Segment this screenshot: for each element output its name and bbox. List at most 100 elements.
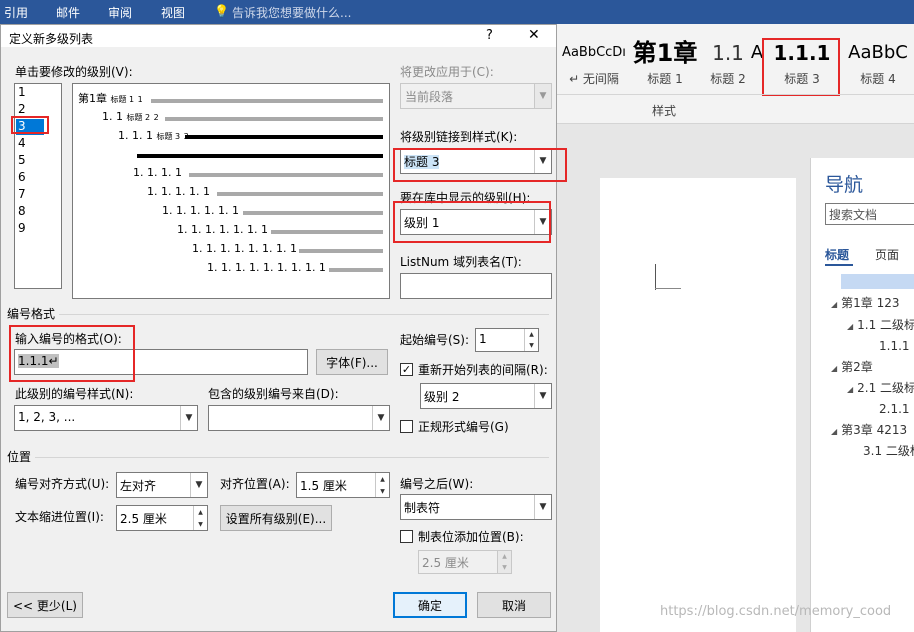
level-item[interactable]: 8 bbox=[18, 204, 26, 218]
listnum-label: ListNum 域列表名(T): bbox=[400, 255, 522, 269]
follow-number-select[interactable]: 制表符 ▼ bbox=[400, 494, 552, 520]
listnum-input[interactable] bbox=[400, 273, 552, 299]
preview-number: 1. 1. 1. 1. 1. 1 bbox=[162, 204, 239, 217]
close-icon[interactable]: ✕ bbox=[528, 27, 540, 43]
start-at-value: 1 bbox=[479, 332, 487, 346]
level-item[interactable]: 9 bbox=[18, 221, 26, 235]
less-button[interactable]: << 更少(L) bbox=[7, 592, 83, 618]
level-list[interactable]: 1 2 3 4 5 6 7 8 9 bbox=[14, 83, 62, 289]
spinner-arrows[interactable]: ▲ ▼ bbox=[375, 473, 389, 497]
level-item[interactable]: 6 bbox=[18, 170, 26, 184]
tab-stop-checkbox[interactable] bbox=[400, 530, 413, 543]
tab-mailings[interactable]: 邮件 bbox=[56, 4, 80, 21]
apply-to-select[interactable]: 当前段落 ▼ bbox=[400, 83, 552, 109]
tab-references[interactable]: 引用 bbox=[4, 4, 28, 21]
nav-search-input[interactable]: 搜索文档 bbox=[825, 203, 914, 225]
arrow-up-icon[interactable]: ▲ bbox=[376, 473, 389, 485]
chevron-down-icon: ▼ bbox=[534, 84, 551, 108]
level-item[interactable]: 4 bbox=[18, 136, 26, 150]
tab-stop-value: 2.5 厘米 bbox=[422, 556, 469, 570]
text-indent-spinner[interactable]: 2.5 厘米 ▲ ▼ bbox=[116, 505, 208, 531]
aligned-at-label: 对齐位置(A): bbox=[220, 477, 290, 491]
preview-line bbox=[271, 230, 383, 234]
collapse-arrow-icon[interactable]: ◢ bbox=[831, 300, 837, 309]
collapse-arrow-icon[interactable]: ◢ bbox=[847, 385, 853, 394]
align-select[interactable]: 左对齐 ▼ bbox=[116, 472, 208, 498]
legal-style-checkbox[interactable] bbox=[400, 420, 413, 433]
level-item[interactable]: 5 bbox=[18, 153, 26, 167]
number-style-select[interactable]: 1, 2, 3, ... ▼ bbox=[14, 405, 198, 431]
arrow-up-icon[interactable]: ▲ bbox=[498, 551, 511, 562]
position-section-title: 位置 bbox=[7, 450, 32, 464]
style-no-spacing[interactable]: AaBbCcDı ↵ 无间隔 bbox=[560, 36, 628, 112]
font-button[interactable]: 字体(F)... bbox=[316, 349, 388, 375]
chevron-down-icon: ▼ bbox=[180, 406, 197, 430]
tab-review[interactable]: 审阅 bbox=[108, 4, 132, 21]
highlight-enter-format bbox=[9, 325, 135, 382]
level-item[interactable]: 7 bbox=[18, 187, 26, 201]
chevron-down-icon: ▼ bbox=[534, 384, 551, 408]
collapse-arrow-icon[interactable]: ◢ bbox=[831, 364, 837, 373]
restart-checkbox[interactable]: ✓ bbox=[400, 363, 413, 376]
highlight-gallery-level bbox=[393, 201, 551, 243]
nav-title: 导航 bbox=[825, 174, 864, 196]
style-heading-1[interactable]: 第1章 标题 1 bbox=[632, 36, 698, 112]
ok-button[interactable]: 确定 bbox=[393, 592, 467, 618]
preview-number: 1. 1. 1. 1 bbox=[133, 166, 182, 179]
level-item[interactable]: 1 bbox=[18, 85, 26, 99]
arrow-down-icon[interactable]: ▼ bbox=[498, 562, 511, 573]
preview-number: 1. 1. 1. 1. 1. 1. 1. 1. 1 bbox=[207, 261, 326, 274]
style-label: ↵ 无间隔 bbox=[569, 72, 619, 86]
cancel-button[interactable]: 取消 bbox=[477, 592, 551, 618]
include-level-select[interactable]: ▼ bbox=[208, 405, 390, 431]
start-at-spinner[interactable]: 1 ▲ ▼ bbox=[475, 328, 539, 352]
spinner-arrows[interactable]: ▲ ▼ bbox=[193, 506, 207, 530]
number-style-label: 此级别的编号样式(N): bbox=[15, 387, 134, 401]
nav-heading-item[interactable]: 2.1.1 三 bbox=[879, 400, 914, 417]
align-label: 编号对齐方式(U): bbox=[15, 477, 110, 491]
level-item[interactable]: 2 bbox=[18, 102, 26, 116]
restart-level-value: 级别 2 bbox=[424, 390, 460, 404]
arrow-up-icon[interactable]: ▲ bbox=[525, 329, 538, 340]
page-corner-mark bbox=[655, 288, 681, 289]
watermark: https://blog.csdn.net/memory_cood bbox=[660, 604, 892, 619]
nav-heading-item[interactable]: 3.1 二级标 bbox=[863, 442, 914, 459]
tab-view[interactable]: 视图 bbox=[161, 4, 185, 21]
tab-stop-label: 制表位添加位置(B): bbox=[418, 530, 524, 544]
nav-tab-headings[interactable]: 标题 bbox=[825, 246, 849, 263]
arrow-down-icon[interactable]: ▼ bbox=[525, 340, 538, 351]
nav-heading-item[interactable]: ◢ 第1章 123 bbox=[831, 294, 900, 311]
nav-heading-item[interactable]: 1.1.1 三 bbox=[879, 337, 914, 354]
arrow-down-icon[interactable]: ▼ bbox=[194, 518, 207, 530]
nav-heading-text: 第3章 4213 bbox=[841, 423, 908, 437]
tab-stop-spinner[interactable]: 2.5 厘米 ▲ ▼ bbox=[418, 550, 512, 574]
collapse-arrow-icon[interactable]: ◢ bbox=[847, 322, 853, 331]
chevron-down-icon: ▼ bbox=[372, 406, 389, 430]
nav-heading-item[interactable]: ◢ 2.1 二级标 bbox=[847, 379, 914, 396]
align-value: 左对齐 bbox=[120, 479, 157, 493]
follow-number-label: 编号之后(W): bbox=[400, 477, 474, 491]
word-ribbon-tabs: 引用 邮件 审阅 视图 💡 告诉我您想要做什么... bbox=[0, 0, 914, 24]
nav-heading-item[interactable]: ◢ 第3章 4213 bbox=[831, 421, 907, 438]
nav-heading-item[interactable]: ◢ 1.1 二级标 bbox=[847, 316, 914, 333]
tell-me-box[interactable]: 告诉我您想要做什么... bbox=[232, 4, 351, 21]
arrow-down-icon[interactable]: ▼ bbox=[376, 485, 389, 497]
nav-heading-text: 1.1 二级标 bbox=[857, 318, 914, 332]
style-sample: 1.1 bbox=[712, 41, 744, 65]
set-all-levels-button[interactable]: 设置所有级别(E)... bbox=[220, 505, 332, 531]
document-page[interactable] bbox=[600, 178, 796, 632]
nav-heading-item[interactable]: ◢ 第2章 bbox=[831, 358, 873, 375]
nav-tab-pages[interactable]: 页面 bbox=[875, 246, 899, 263]
style-label: 标题 1 bbox=[647, 72, 683, 86]
collapse-arrow-icon[interactable]: ◢ bbox=[831, 427, 837, 436]
style-heading-2[interactable]: 1.1 标题 2 bbox=[700, 36, 756, 112]
spinner-arrows[interactable]: ▲ ▼ bbox=[497, 551, 511, 573]
aligned-at-spinner[interactable]: 1.5 厘米 ▲ ▼ bbox=[296, 472, 390, 498]
help-button[interactable]: ? bbox=[486, 28, 493, 43]
spinner-arrows[interactable]: ▲ ▼ bbox=[524, 329, 538, 351]
arrow-up-icon[interactable]: ▲ bbox=[194, 506, 207, 518]
highlight-heading-3 bbox=[762, 38, 840, 96]
gallery-divider bbox=[556, 94, 914, 95]
restart-level-select[interactable]: 级别 2 ▼ bbox=[420, 383, 552, 409]
style-heading-4[interactable]: AaBbC 标题 4 bbox=[844, 36, 912, 112]
